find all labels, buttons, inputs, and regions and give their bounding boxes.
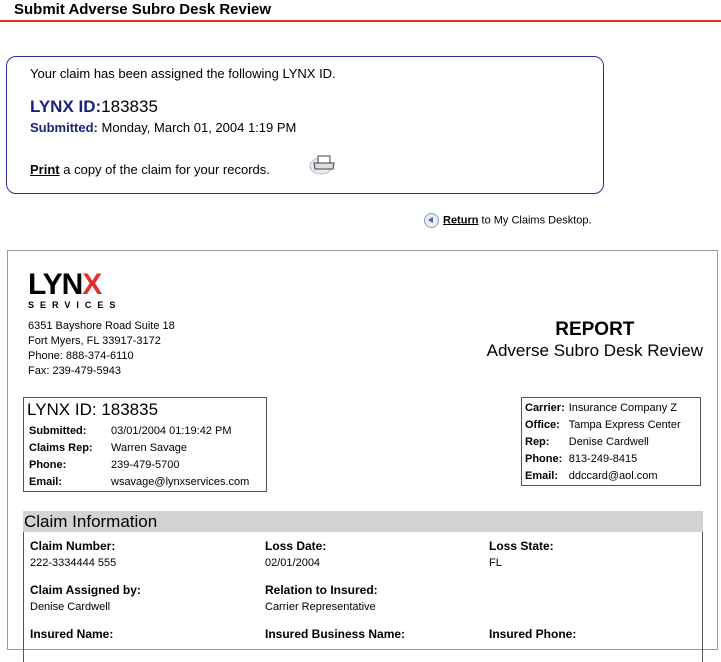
carrier-table: Carrier: Insurance Company Z Office: Tampa… <box>523 400 683 485</box>
address-line: Fax: 239-479-5943 <box>28 365 121 377</box>
lynx-id-value: 183835 <box>101 97 158 116</box>
table-row: Rep: Denise Cardwell <box>523 434 683 451</box>
print-line: Print a copy of the claim for your recor… <box>30 162 270 177</box>
id-box-heading: LYNX ID: 183835 <box>27 400 159 419</box>
submitted-value: Monday, March 01, 2004 1:19 PM <box>101 120 297 135</box>
field-claim-assigned-by: Claim Assigned by: Denise Cardwell <box>30 583 141 613</box>
table-row: Office: Tampa Express Center <box>523 417 683 434</box>
field-insured-name: Insured Name: <box>30 627 113 645</box>
page-title: Submit Adverse Subro Desk Review <box>14 1 272 18</box>
address-line: 6351 Bayshore Road Suite 18 <box>28 320 175 332</box>
field-label: Insured Business Name: <box>265 627 406 641</box>
logo-word: LYNX <box>28 268 102 301</box>
carrier-box: Carrier: Insurance Company Z Office: Tampa… <box>521 397 701 486</box>
field-value: Carrier Representative <box>265 601 376 613</box>
field-label: Claim Number: <box>30 539 116 553</box>
logo-sub: SERVICES <box>28 300 122 310</box>
row-value: ddccard@aol.com <box>568 470 658 482</box>
field-value: 02/01/2004 <box>265 557 321 569</box>
field-label: Relation to Insured: <box>265 583 378 597</box>
field-loss-state: Loss State: FL <box>489 539 554 569</box>
row-key: Carrier: <box>525 402 565 414</box>
claim-info-heading: Claim Information <box>23 511 703 532</box>
row-value: wsavage@lynxservices.com <box>111 476 250 488</box>
lynx-id-box: LYNX ID: 183835 Submitted: 03/01/2004 01:… <box>23 397 267 492</box>
field-relation-to-insured: Relation to Insured: Carrier Representat… <box>265 583 378 613</box>
submitted-line: Submitted: Monday, March 01, 2004 1:19 P… <box>30 120 296 135</box>
report-subtitle: Adverse Subro Desk Review <box>486 341 703 360</box>
report-title: REPORT <box>555 319 635 340</box>
confirmation-intro: Your claim has been assigned the followi… <box>30 66 336 81</box>
field-loss-date: Loss Date: 02/01/2004 <box>265 539 326 569</box>
row-value: Tampa Express Center <box>568 419 681 431</box>
lynx-id-label: LYNX ID: <box>30 97 102 116</box>
table-row: Phone: 239-479-5700 <box>27 457 251 474</box>
field-label: Insured Name: <box>30 627 114 641</box>
row-value: Insurance Company Z <box>568 402 677 414</box>
company-address: 6351 Bayshore Road Suite 18 Fort Myers, … <box>28 319 175 379</box>
field-label: Insured Phone: <box>489 627 577 641</box>
table-row: Email: ddccard@aol.com <box>523 468 683 485</box>
return-text: to My Claims Desktop. <box>481 214 592 227</box>
return-link[interactable]: Return <box>443 214 478 226</box>
row-value: 03/01/2004 01:19:42 PM <box>111 425 232 437</box>
table-row: Carrier: Insurance Company Z <box>523 400 683 417</box>
report-panel: LYNX SERVICES 6351 Bayshore Road Suite 1… <box>7 250 718 662</box>
row-key: Phone: <box>29 459 67 471</box>
field-insured-phone: Insured Phone: <box>489 627 576 645</box>
row-key: Office: <box>525 419 560 431</box>
lynx-id-line: LYNX ID:183835 <box>30 97 158 117</box>
title-bar: Submit Adverse Subro Desk Review <box>0 0 721 22</box>
field-label: Claim Assigned by: <box>30 583 141 597</box>
row-key: Rep: <box>525 436 550 448</box>
printer-icon[interactable] <box>309 153 337 175</box>
row-value: Warren Savage <box>111 442 188 454</box>
return-arrow-icon[interactable] <box>424 213 439 228</box>
field-claim-number: Claim Number: 222-3334444 555 <box>30 539 116 569</box>
lynx-logo: LYNX SERVICES <box>28 268 138 311</box>
field-value: Denise Cardwell <box>30 601 111 613</box>
field-insured-business-name: Insured Business Name: <box>265 627 405 645</box>
print-link[interactable]: Print <box>30 162 60 177</box>
return-line: Return to My Claims Desktop. <box>424 213 592 228</box>
table-row: Phone: 813-249-8415 <box>523 451 683 468</box>
address-line: Fort Myers, FL 33917-3172 <box>28 335 161 347</box>
report-title-block: REPORT Adverse Subro Desk Review <box>487 319 703 361</box>
table-row: Submitted: 03/01/2004 01:19:42 PM <box>27 423 251 440</box>
address-line: Phone: 888-374-6110 <box>28 350 134 362</box>
print-text: a copy of the claim for your records. <box>63 162 270 177</box>
table-row: Email: wsavage@lynxservices.com <box>27 474 251 491</box>
submitted-label: Submitted: <box>30 120 98 135</box>
field-label: Loss Date: <box>265 539 327 553</box>
row-key: Claims Rep: <box>29 442 93 454</box>
field-value: 222-3334444 555 <box>30 557 117 569</box>
row-key: Submitted: <box>29 425 87 437</box>
row-key: Phone: <box>525 453 563 465</box>
row-value: 813-249-8415 <box>568 453 638 465</box>
id-box-table: Submitted: 03/01/2004 01:19:42 PM Claims … <box>27 423 251 491</box>
table-row: Claims Rep: Warren Savage <box>27 440 251 457</box>
row-value: 239-479-5700 <box>111 459 180 471</box>
row-key: Email: <box>525 470 559 482</box>
field-label: Loss State: <box>489 539 554 553</box>
row-value: Denise Cardwell <box>568 436 649 448</box>
confirmation-panel: Your claim has been assigned the followi… <box>6 56 604 194</box>
row-key: Email: <box>29 476 63 488</box>
field-value: FL <box>489 557 502 569</box>
